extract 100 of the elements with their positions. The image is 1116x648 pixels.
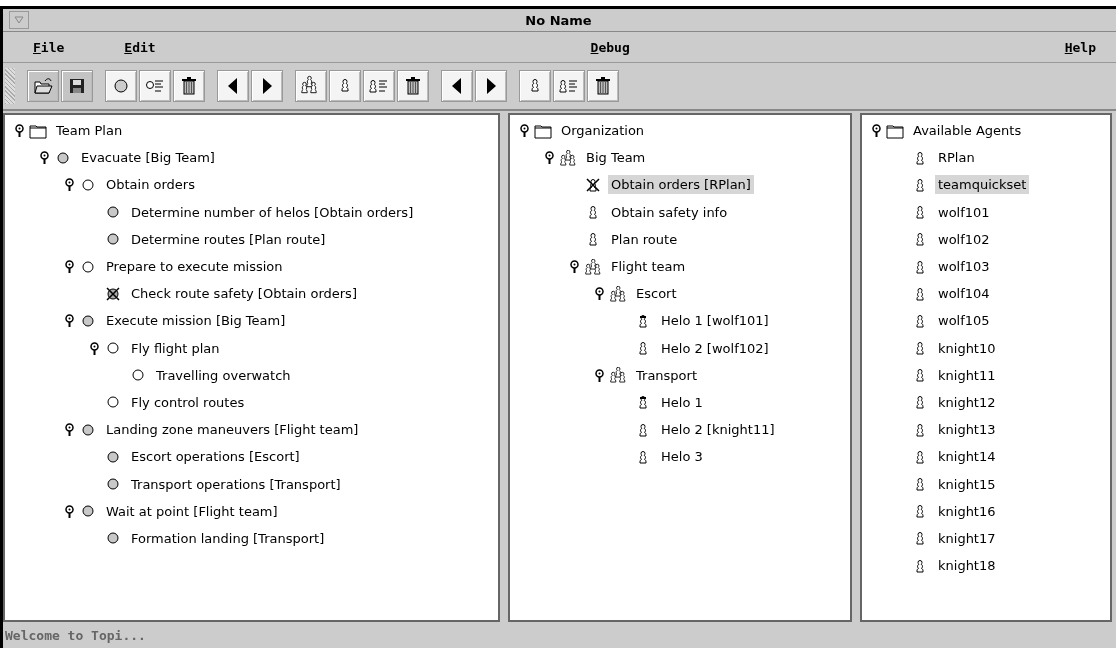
tree-node[interactable]: Travelling overwatch bbox=[153, 365, 294, 385]
people-group-icon bbox=[584, 258, 602, 275]
tree-node[interactable]: wolf103 bbox=[935, 257, 993, 277]
expanded-toggle-icon[interactable] bbox=[594, 368, 604, 382]
trash-can-button[interactable] bbox=[397, 70, 429, 102]
tree-node[interactable]: knight14 bbox=[935, 447, 999, 467]
tree-node[interactable]: knight17 bbox=[935, 528, 999, 548]
tree-node[interactable]: Available Agents bbox=[910, 121, 1025, 141]
tree-node[interactable]: knight12 bbox=[935, 392, 999, 412]
tree-node[interactable]: wolf102 bbox=[935, 229, 993, 249]
expanded-toggle-icon[interactable] bbox=[64, 504, 74, 518]
expanded-toggle-icon[interactable] bbox=[14, 124, 24, 138]
tree-node[interactable]: Helo 1 bbox=[658, 392, 706, 412]
tree-node[interactable]: Plan route bbox=[608, 229, 681, 249]
tree-node[interactable]: knight18 bbox=[935, 556, 999, 576]
hollow-circle-icon bbox=[79, 176, 97, 193]
status-text: Welcome to Topi... bbox=[5, 627, 146, 643]
tree-node[interactable]: Escort operations [Escort] bbox=[128, 447, 303, 467]
expanded-toggle-icon[interactable] bbox=[594, 287, 604, 301]
tree-node[interactable]: knight15 bbox=[935, 474, 999, 494]
filled-circle-icon bbox=[104, 204, 122, 221]
tree-node[interactable]: wolf104 bbox=[935, 284, 993, 304]
expanded-toggle-icon[interactable] bbox=[64, 423, 74, 437]
crossed-circle-icon bbox=[104, 285, 122, 302]
folder-icon bbox=[886, 122, 904, 139]
tree-node[interactable]: Helo 3 bbox=[658, 447, 706, 467]
circle-button[interactable] bbox=[105, 70, 137, 102]
tree-node[interactable]: Escort bbox=[633, 284, 680, 304]
tree-node[interactable]: Obtain orders [RPlan] bbox=[608, 175, 754, 195]
menu-item[interactable]: Edit bbox=[124, 39, 156, 55]
filled-circle-icon bbox=[79, 421, 97, 438]
tree-node[interactable]: knight11 bbox=[935, 365, 999, 385]
hollow-circle-icon bbox=[104, 340, 122, 357]
folder-icon bbox=[534, 122, 552, 139]
tree-node[interactable]: Flight team bbox=[608, 257, 689, 277]
right-triangle-button[interactable] bbox=[251, 70, 283, 102]
hollow-circle-icon bbox=[129, 367, 147, 384]
expanded-toggle-icon[interactable] bbox=[519, 124, 529, 138]
tree-node[interactable]: Check route safety [Obtain orders] bbox=[128, 284, 360, 304]
hollow-circle-icon bbox=[104, 394, 122, 411]
menu-item[interactable]: Help bbox=[1064, 39, 1096, 55]
right-triangle-button[interactable] bbox=[475, 70, 507, 102]
person-button[interactable] bbox=[329, 70, 361, 102]
expanded-toggle-icon[interactable] bbox=[89, 341, 99, 355]
expanded-toggle-icon[interactable] bbox=[64, 314, 74, 328]
filled-circle-icon bbox=[104, 231, 122, 248]
menu-item[interactable]: File bbox=[33, 39, 65, 55]
tree-node[interactable]: Determine routes [Plan route] bbox=[128, 229, 329, 249]
tree-node[interactable]: Team Plan bbox=[53, 121, 126, 141]
expanded-toggle-icon[interactable] bbox=[544, 151, 554, 165]
filled-circle-icon bbox=[54, 149, 72, 166]
toolbar-grip[interactable] bbox=[5, 68, 15, 104]
tree-node[interactable]: knight16 bbox=[935, 501, 999, 521]
trash-can-button[interactable] bbox=[587, 70, 619, 102]
tree-node[interactable]: Wait at point [Flight team] bbox=[103, 501, 281, 521]
person-list-button[interactable] bbox=[363, 70, 395, 102]
people-group-icon bbox=[609, 367, 627, 384]
tree-node[interactable]: Obtain orders bbox=[103, 175, 198, 195]
tree-node[interactable]: teamquickset bbox=[935, 175, 1030, 195]
menu-item[interactable]: Debug bbox=[590, 39, 630, 55]
tree-node[interactable]: Organization bbox=[558, 121, 648, 141]
filled-circle-icon bbox=[104, 448, 122, 465]
tree-node[interactable]: Fly flight plan bbox=[128, 338, 223, 358]
tree-node[interactable]: knight13 bbox=[935, 420, 999, 440]
tree-node[interactable]: Fly control routes bbox=[128, 392, 248, 412]
tree-node[interactable]: Big Team bbox=[583, 148, 649, 168]
tree-node[interactable]: Helo 1 [wolf101] bbox=[658, 311, 772, 331]
people-group-icon bbox=[609, 285, 627, 302]
tree-node[interactable]: Evacuate [Big Team] bbox=[78, 148, 218, 168]
expanded-toggle-icon[interactable] bbox=[871, 124, 881, 138]
left-triangle-button[interactable] bbox=[441, 70, 473, 102]
folder-icon bbox=[29, 122, 47, 139]
tree-node[interactable]: Transport operations [Transport] bbox=[128, 474, 344, 494]
filled-circle-icon bbox=[79, 312, 97, 329]
tree-node[interactable]: Helo 2 [wolf102] bbox=[658, 338, 772, 358]
expanded-toggle-icon[interactable] bbox=[64, 178, 74, 192]
window-title: No Name bbox=[525, 12, 592, 28]
circle-list-button[interactable] bbox=[139, 70, 171, 102]
tree-node[interactable]: Determine number of helos [Obtain orders] bbox=[128, 202, 417, 222]
tree-node[interactable]: Helo 2 [knight11] bbox=[658, 420, 778, 440]
person-list-button[interactable] bbox=[553, 70, 585, 102]
expanded-toggle-icon[interactable] bbox=[64, 260, 74, 274]
tree-node[interactable]: Obtain safety info bbox=[608, 202, 731, 222]
tree-node[interactable]: Formation landing [Transport] bbox=[128, 528, 328, 548]
filled-circle-icon bbox=[104, 530, 122, 547]
tree-node[interactable]: Landing zone maneuvers [Flight team] bbox=[103, 420, 362, 440]
tree-node[interactable]: wolf105 bbox=[935, 311, 993, 331]
tree-node[interactable]: Prepare to execute mission bbox=[103, 257, 286, 277]
tree-node[interactable]: wolf101 bbox=[935, 202, 993, 222]
person-button[interactable] bbox=[519, 70, 551, 102]
trash-can-button[interactable] bbox=[173, 70, 205, 102]
tree-node[interactable]: RPlan bbox=[935, 148, 978, 168]
expanded-toggle-icon[interactable] bbox=[569, 260, 579, 274]
people-group-button[interactable] bbox=[295, 70, 327, 102]
expanded-toggle-icon[interactable] bbox=[39, 151, 49, 165]
tree-node[interactable]: knight10 bbox=[935, 338, 999, 358]
left-triangle-button[interactable] bbox=[217, 70, 249, 102]
tree-node[interactable]: Transport bbox=[633, 365, 700, 385]
crossed-person-icon bbox=[584, 176, 602, 193]
tree-node[interactable]: Execute mission [Big Team] bbox=[103, 311, 289, 331]
